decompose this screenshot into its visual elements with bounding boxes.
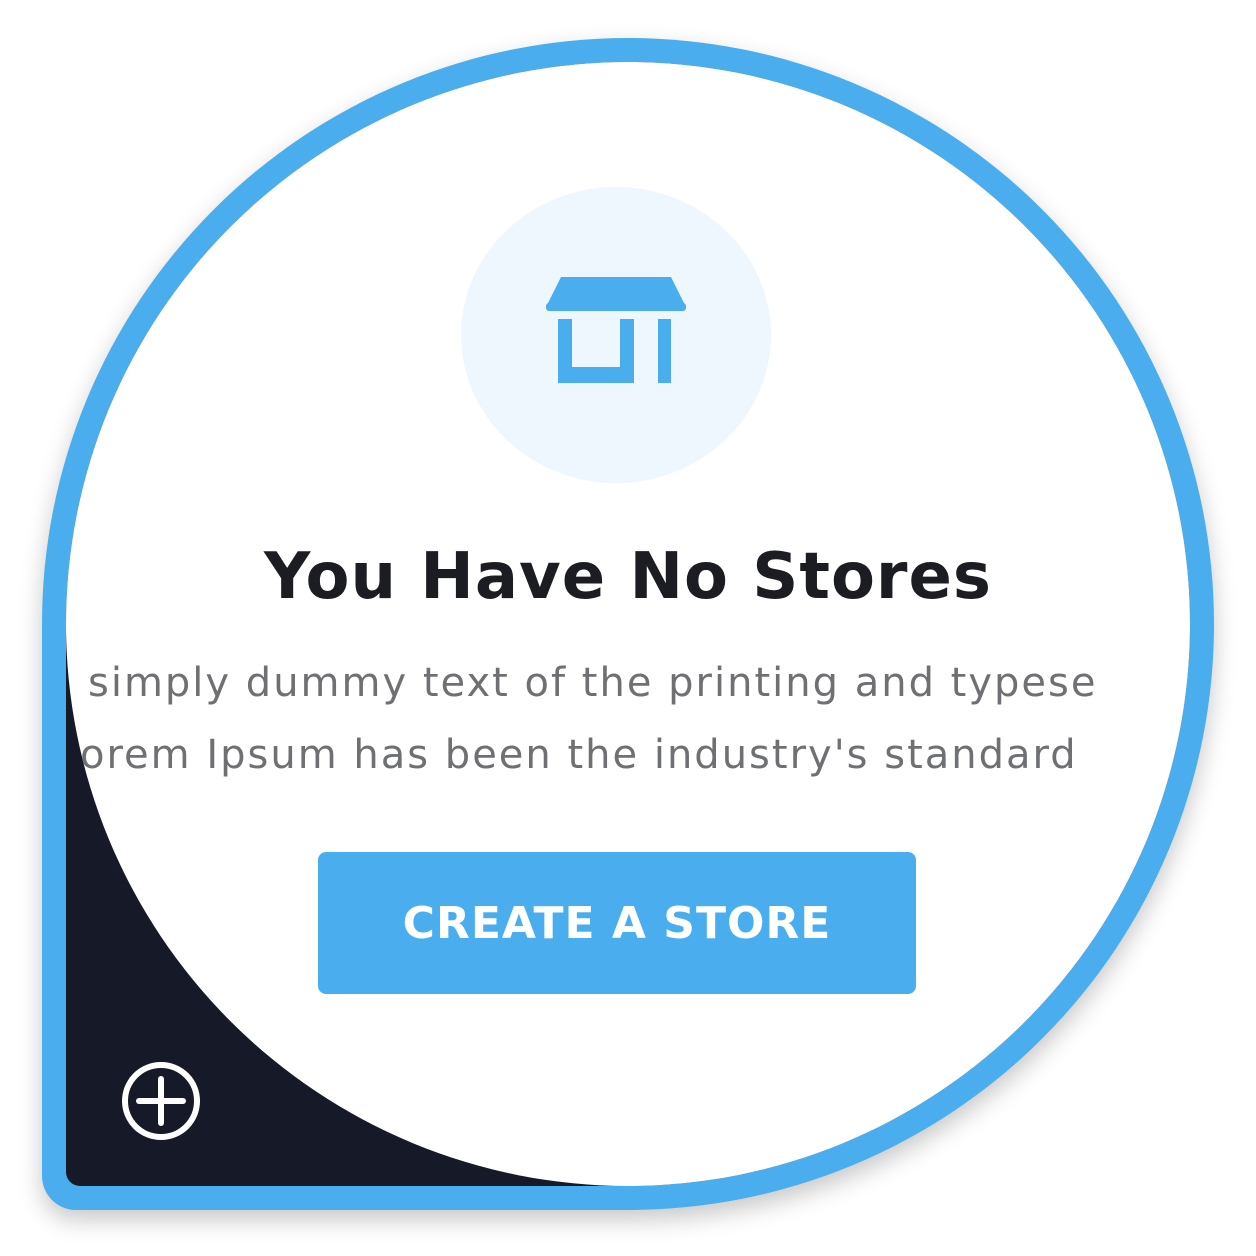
create-store-button[interactable]: CREATE A STORE xyxy=(318,852,916,994)
add-circle-icon xyxy=(122,1062,200,1140)
magnified-empty-state: You Have No Stores simply dummy text of … xyxy=(66,62,1190,1186)
empty-state-description-line-1: simply dummy text of the printing and ty… xyxy=(88,660,1098,706)
empty-state-description-line-2: orem Ipsum has been the industry's stand… xyxy=(80,732,1078,778)
empty-state-title: You Have No Stores xyxy=(264,540,992,614)
store-icon xyxy=(546,277,686,383)
zoom-callout: You Have No Stores simply dummy text of … xyxy=(0,0,1256,1256)
store-icon-badge xyxy=(461,187,771,483)
